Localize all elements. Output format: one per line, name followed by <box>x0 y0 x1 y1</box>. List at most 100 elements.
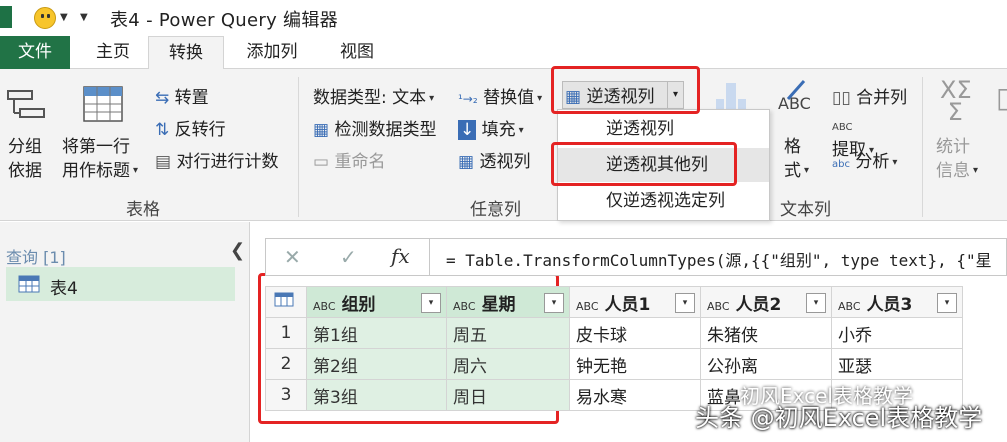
feedback-smiley-icon[interactable] <box>34 7 56 29</box>
table-cell[interactable]: 第1组 <box>306 317 447 349</box>
column-name: 星期 <box>481 294 516 315</box>
svg-text:ABC: ABC <box>778 94 811 113</box>
table-cell[interactable]: 第3组 <box>306 379 447 411</box>
replace-values-button[interactable]: ¹→₂ 替换值 ▾ <box>458 83 542 108</box>
filter-dropdown-icon[interactable]: ▾ <box>806 293 826 313</box>
filter-dropdown-icon[interactable]: ▾ <box>937 293 957 313</box>
window-title: 表4 - Power Query 编辑器 <box>110 10 338 31</box>
use-first-row-icon <box>83 86 123 122</box>
menu-item-unpivot-selected-columns[interactable]: 仅逆透视选定列 <box>558 184 769 218</box>
text-type-icon[interactable]: ABC <box>707 300 730 313</box>
fill-label: 填充 <box>481 120 516 140</box>
filter-dropdown-icon[interactable]: ▾ <box>421 293 441 313</box>
table-cell[interactable]: 公孙离 <box>700 348 832 380</box>
excel-logo-icon <box>0 6 12 28</box>
data-type-label: 数据类型: 文本 <box>313 88 427 108</box>
reverse-rows-label: 反转行 <box>174 120 226 140</box>
confirm-icon[interactable]: ✓ <box>340 245 357 269</box>
format-button[interactable]: 格 式 ▾ <box>784 135 809 183</box>
function-icon[interactable]: fx <box>391 244 410 268</box>
column-header-person2[interactable]: ABC 人员2 ▾ <box>700 286 832 318</box>
caret-icon: ▾ <box>973 165 979 176</box>
merge-columns-button[interactable]: ▯▯ 合并列 <box>832 83 907 108</box>
detect-type-button[interactable]: ▦ 检测数据类型 <box>313 115 436 140</box>
quick-access-customize-icon[interactable]: ▼ <box>80 12 88 23</box>
row-number[interactable]: 3 <box>265 379 307 411</box>
standard-icon: ▯ <box>996 81 1007 114</box>
table-options-icon <box>274 292 294 306</box>
transpose-button[interactable]: ⇆ 转置 <box>155 83 209 108</box>
group-label-text-column: 文本列 <box>780 200 831 220</box>
tab-transform[interactable]: 转换 <box>148 36 224 70</box>
table-cell[interactable]: 亚瑟 <box>831 348 963 380</box>
statistics-button[interactable]: 统计 信息 ▾ <box>936 135 978 183</box>
table-cell[interactable]: 朱猪侠 <box>700 317 832 349</box>
table-cell[interactable]: 周日 <box>446 379 570 411</box>
filter-dropdown-icon[interactable]: ▾ <box>544 293 564 313</box>
cancel-icon[interactable]: ✕ <box>284 245 301 269</box>
parse-button[interactable]: abc 分析 ▾ <box>832 147 897 172</box>
column-name: 人员2 <box>735 294 782 315</box>
pivot-button[interactable]: ▦ 透视列 <box>458 147 530 172</box>
table-cell[interactable]: 易水寒 <box>569 379 701 411</box>
count-rows-button[interactable]: ▤ 对行进行计数 <box>155 147 278 172</box>
text-type-icon[interactable]: ABC <box>838 300 861 313</box>
formula-bar: ✕ ✓ fx = Table.TransformColumnTypes(源,{{… <box>265 238 1007 276</box>
transpose-label: 转置 <box>174 88 209 108</box>
group-by-button[interactable]: 分组 依据 <box>8 135 42 183</box>
reverse-rows-button[interactable]: ⇅ 反转行 <box>155 115 226 140</box>
table-cell[interactable]: 第2组 <box>306 348 447 380</box>
text-type-icon[interactable]: ABC <box>576 300 599 313</box>
column-header-person1[interactable]: ABC 人员1 ▾ <box>569 286 701 318</box>
collapse-pane-icon[interactable]: ❮ <box>230 240 245 261</box>
statistics-label-1: 统计 <box>936 137 970 157</box>
caret-icon: ▾ <box>537 92 543 104</box>
table-cell[interactable]: 小乔 <box>831 317 963 349</box>
count-rows-label: 对行进行计数 <box>176 152 279 172</box>
column-header-group[interactable]: ABC 组别 ▾ <box>306 286 447 318</box>
tab-add-column[interactable]: 添加列 <box>232 36 312 69</box>
ribbon-separator <box>922 77 923 217</box>
table-cell[interactable]: 皮卡球 <box>569 317 701 349</box>
statistics-label-2: 信息 <box>936 161 970 181</box>
formula-input[interactable]: = Table.TransformColumnTypes(源,{{"组别", t… <box>446 247 992 271</box>
queries-pane: 查询 [1] ❮ 表4 <box>0 222 250 442</box>
text-type-icon[interactable]: ABC <box>313 300 336 313</box>
query-name: 表4 <box>50 279 78 299</box>
extract-icon: ABC <box>832 122 853 133</box>
queries-header: 查询 [1] <box>6 248 66 267</box>
rename-button[interactable]: ▭ 重命名 <box>313 147 385 172</box>
use-first-row-button[interactable]: 将第一行 用作标题 ▾ <box>62 135 138 183</box>
parse-icon: abc <box>832 159 850 170</box>
table-cell[interactable]: 周六 <box>446 348 570 380</box>
row-number[interactable]: 2 <box>265 348 307 380</box>
caret-icon: ▾ <box>804 165 810 176</box>
table-cell[interactable]: 钟无艳 <box>569 348 701 380</box>
column-header-weekday[interactable]: ABC 星期 ▾ <box>446 286 570 318</box>
filter-dropdown-icon[interactable]: ▾ <box>675 293 695 313</box>
column-header-person3[interactable]: ABC 人员3 ▾ <box>831 286 963 318</box>
text-type-icon[interactable]: ABC <box>453 300 476 313</box>
rename-icon: ▭ <box>313 152 330 172</box>
caret-icon: ▾ <box>133 165 139 176</box>
tab-home[interactable]: 主页 <box>78 36 148 69</box>
ribbon-tabs: 文件 主页 转换 添加列 视图 <box>0 36 1007 70</box>
group-by-label-2: 依据 <box>8 161 42 181</box>
use-first-row-label-1: 将第一行 <box>62 137 130 157</box>
tab-file[interactable]: 文件 <box>0 36 70 69</box>
reverse-rows-icon: ⇅ <box>155 120 170 140</box>
row-number[interactable]: 1 <box>265 317 307 349</box>
data-type-dropdown[interactable]: 数据类型: 文本 ▾ <box>313 83 434 108</box>
menu-item-unpivot-columns[interactable]: 逆透视列 <box>558 112 769 146</box>
query-item[interactable]: 表4 <box>6 267 235 301</box>
replace-values-label: 替换值 <box>483 88 535 108</box>
dropdown-caret-icon[interactable]: ▼ <box>60 12 68 23</box>
format-label-1: 格 <box>784 137 801 157</box>
table-cell[interactable]: 周五 <box>446 317 570 349</box>
table-row: 2 第2组 周六 钟无艳 公孙离 亚瑟 <box>265 348 963 380</box>
table-menu-icon[interactable] <box>265 286 307 318</box>
ribbon: 分组 依据 将第一行 用作标题 ▾ ⇆ 转置 ⇅ 反转行 ▤ 对行进行计数 表格 … <box>0 69 1007 221</box>
tab-view[interactable]: 视图 <box>322 36 392 69</box>
fill-button[interactable]: ↓ 填充 ▾ <box>458 115 524 140</box>
format-label-2: 式 <box>784 161 801 181</box>
